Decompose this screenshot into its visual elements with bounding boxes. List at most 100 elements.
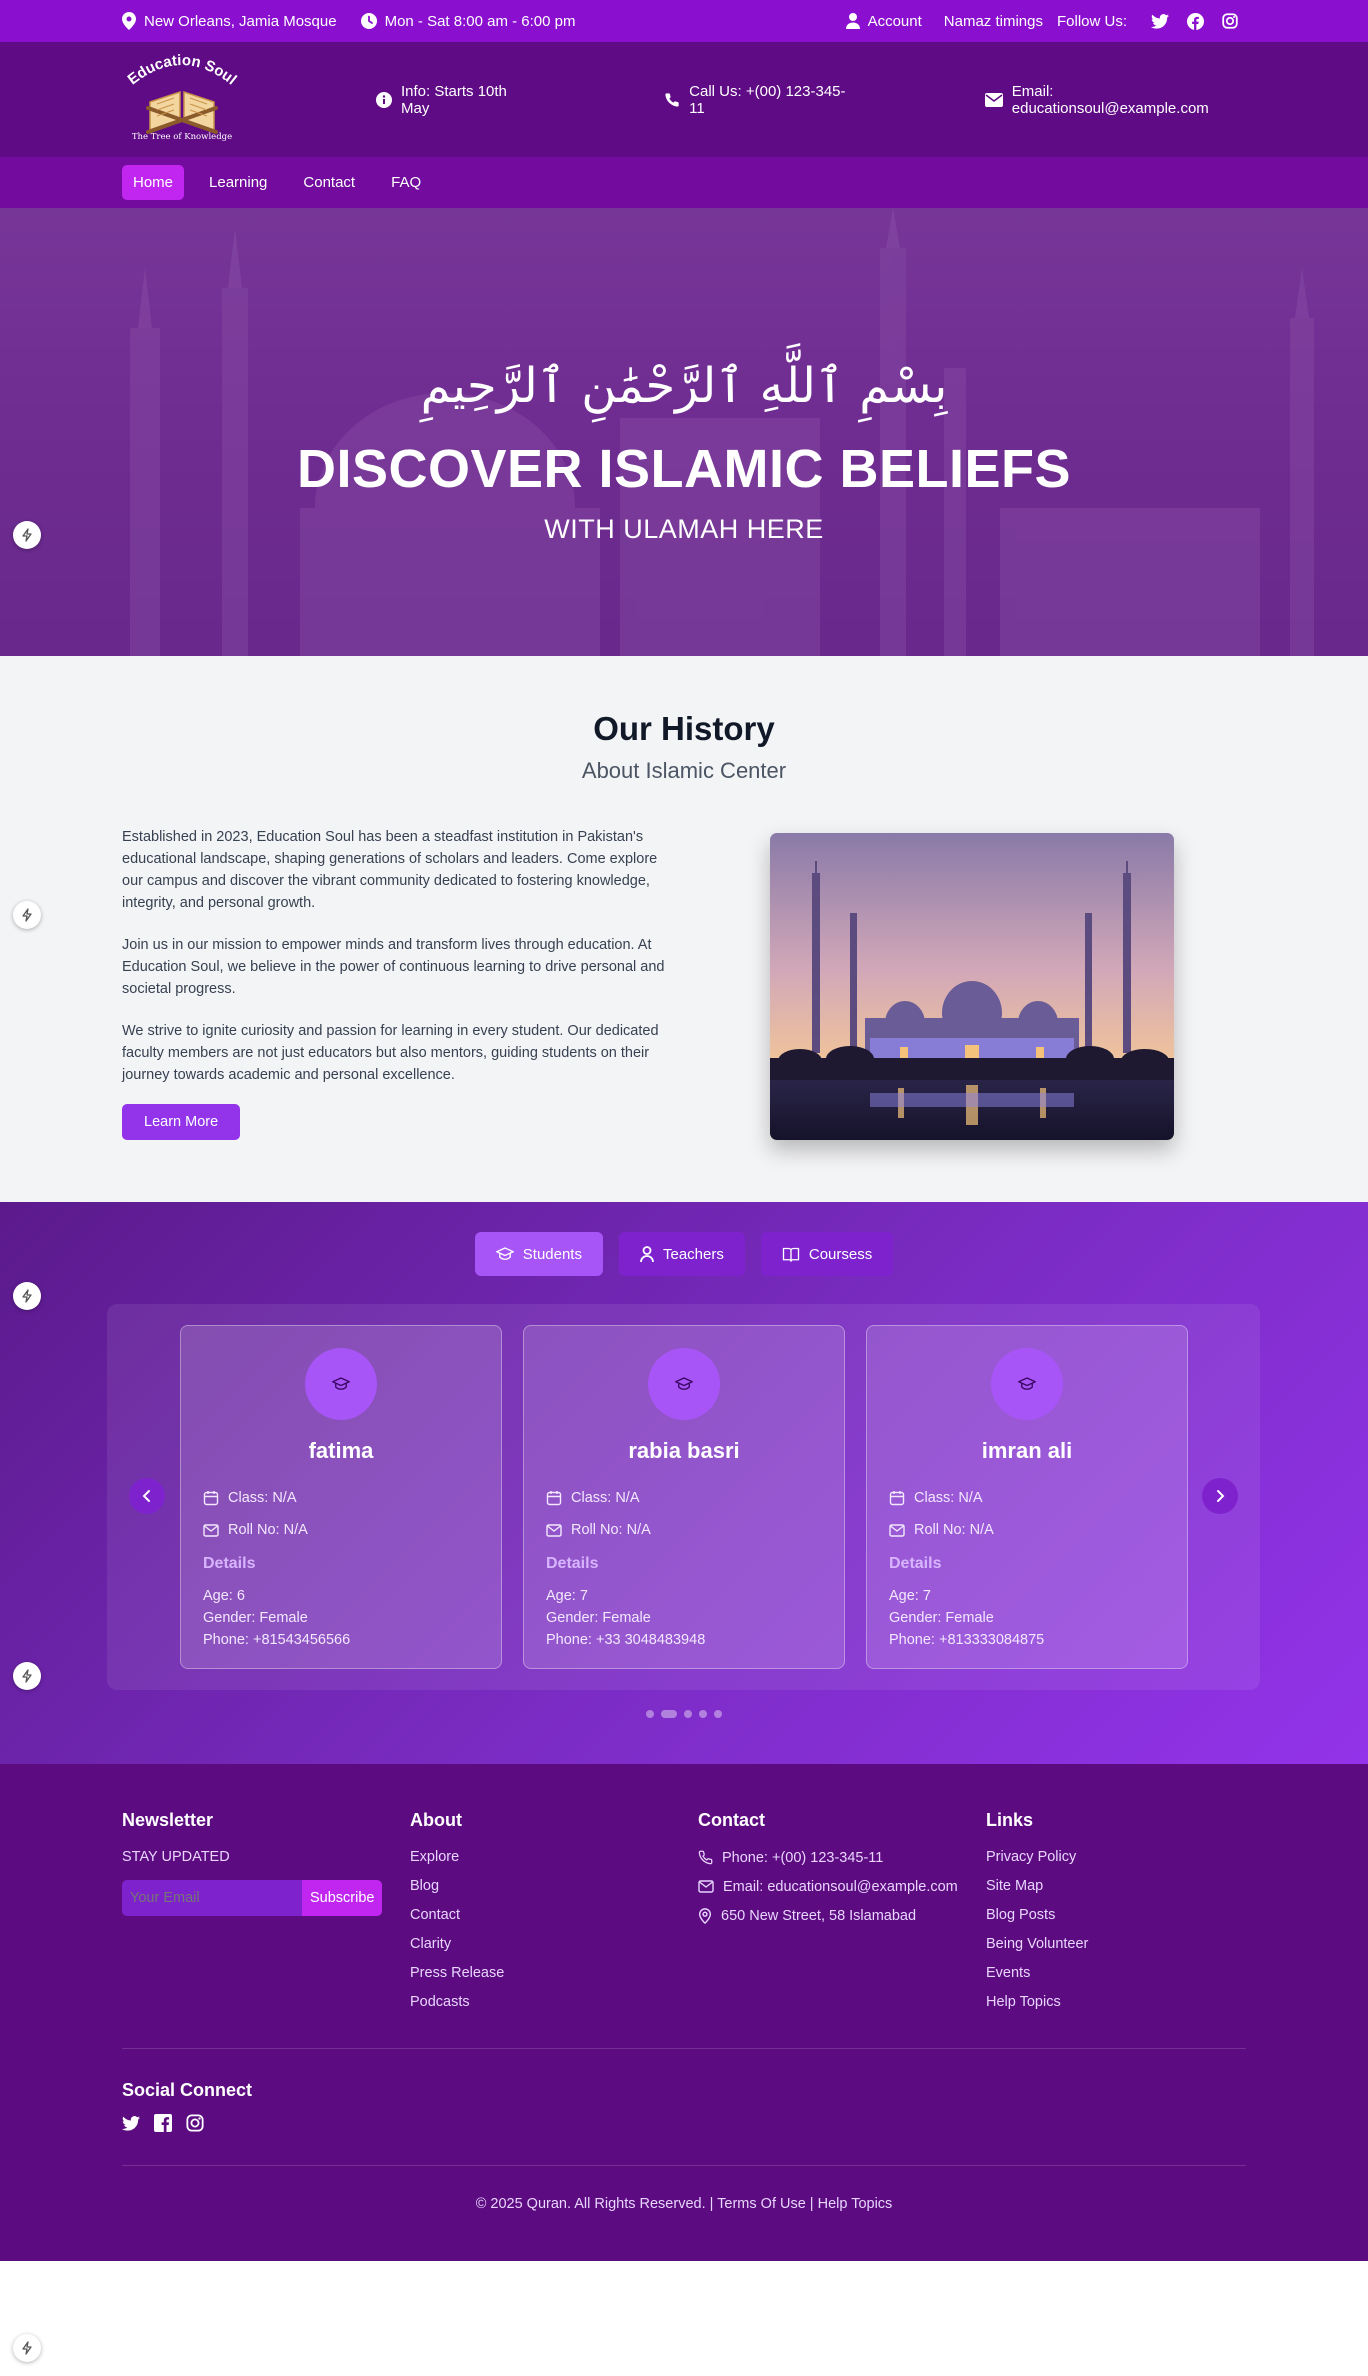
roll-text: Roll No: N/A — [914, 1522, 994, 1538]
site-footer: Newsletter STAY UPDATED Subscribe About … — [0, 1764, 1368, 2261]
footer-social-icons — [122, 2114, 218, 2132]
site-header: Education Soul The Tree of Knowledge Inf… — [0, 42, 1368, 157]
carousel-dot[interactable] — [646, 1710, 654, 1718]
nav-home[interactable]: Home — [122, 165, 185, 200]
footer-link-explore[interactable]: Explore — [410, 1849, 504, 1866]
newsletter-title: Newsletter — [122, 1810, 214, 1830]
book-open-icon — [782, 1247, 809, 1262]
student-gender: Gender: Female — [546, 1610, 651, 1626]
student-card[interactable]: fatima Class: N/A Roll No: N/A Details A… — [180, 1325, 502, 1669]
facebook-icon[interactable] — [154, 2114, 172, 2132]
carousel-dot-active[interactable] — [661, 1710, 677, 1718]
twitter-icon[interactable] — [1151, 13, 1177, 29]
logo-tagline: The Tree of Knowledge — [131, 131, 233, 142]
graduation-cap-icon — [1018, 1377, 1036, 1391]
follow-label: Follow Us: — [1056, 12, 1127, 30]
instagram-icon[interactable] — [186, 2114, 204, 2132]
clock-icon — [360, 13, 385, 29]
footer-link-blog-posts[interactable]: Blog Posts — [986, 1907, 1088, 1924]
people-tabs: Students Teachers Coursess — [0, 1232, 1368, 1276]
history-title: Our History — [593, 710, 775, 747]
nav-contact[interactable]: Contact — [292, 165, 366, 200]
tab-courses[interactable]: Coursess — [760, 1232, 894, 1276]
mail-icon — [203, 1523, 228, 1537]
footer-link-help-topics[interactable]: Help Topics — [986, 1994, 1088, 2011]
location-item: New Orleans, Jamia Mosque — [122, 12, 337, 30]
footer-phone[interactable]: Phone: +(00) 123-345-11 — [698, 1849, 958, 1866]
tab-label: Students — [522, 1245, 582, 1263]
carousel-dot[interactable] — [699, 1710, 707, 1718]
newsletter-email-input[interactable] — [122, 1880, 302, 1916]
student-card[interactable]: rabia basri Class: N/A Roll No: N/A Deta… — [523, 1325, 845, 1669]
info-text: Info: Starts 10th May — [401, 82, 507, 117]
student-class: Class: N/A — [546, 1490, 844, 1506]
floating-bolt-button[interactable] — [13, 521, 41, 549]
floating-bolt-button[interactable] — [13, 901, 41, 929]
graduation-cap-icon — [495, 1247, 523, 1261]
header-email[interactable]: Email: educationsoul@example.com — [984, 83, 1246, 117]
avatar — [991, 1348, 1063, 1420]
carousel-next-button[interactable] — [1202, 1478, 1238, 1514]
carousel-dot[interactable] — [714, 1710, 722, 1718]
twitter-icon[interactable] — [122, 2115, 140, 2131]
hero-subtitle: WITH ULAMAH HERE — [544, 514, 824, 544]
footer-about: About Explore Blog Contact Clarity Press… — [410, 1810, 504, 2023]
history-paragraph: We strive to ignite curiosity and passio… — [122, 1023, 659, 1083]
namaz-label: Namaz timings — [943, 12, 1043, 30]
instagram-icon[interactable] — [1222, 13, 1246, 29]
student-card[interactable]: imran ali Class: N/A Roll No: N/A Detail… — [866, 1325, 1188, 1669]
carousel-dot[interactable] — [684, 1710, 692, 1718]
bolt-icon — [21, 1669, 33, 1683]
class-text: Class: N/A — [914, 1490, 983, 1506]
footer-link-privacy-policy[interactable]: Privacy Policy — [986, 1849, 1088, 1866]
footer-link-blog[interactable]: Blog — [410, 1878, 504, 1895]
floating-bolt-button[interactable] — [13, 2334, 41, 2362]
footer-link-events[interactable]: Events — [986, 1965, 1088, 1982]
footer-email[interactable]: Email: educationsoul@example.com — [698, 1878, 958, 1895]
footer-link-press-release[interactable]: Press Release — [410, 1965, 504, 1982]
footer-link-contact[interactable]: Contact — [410, 1907, 504, 1924]
tab-students[interactable]: Students — [474, 1232, 603, 1276]
footer-link-being-volunteer[interactable]: Being Volunteer — [986, 1936, 1088, 1953]
footer-address-text: 650 New Street, 58 Islamabad — [721, 1907, 917, 1924]
hero-content: بِسْمِ ٱللَّهِ ٱلرَّحْمَٰنِ ٱلرَّحِيمِ D… — [0, 208, 1368, 545]
student-gender: Gender: Female — [203, 1610, 308, 1626]
location-text: New Orleans, Jamia Mosque — [144, 12, 337, 30]
class-text: Class: N/A — [571, 1490, 640, 1506]
footer-link-clarity[interactable]: Clarity — [410, 1936, 504, 1953]
graduation-cap-icon — [332, 1377, 350, 1391]
learn-more-button[interactable]: Learn More — [122, 1104, 241, 1140]
phone-icon — [664, 92, 689, 108]
floating-bolt-button[interactable] — [13, 1282, 41, 1310]
mail-icon — [546, 1523, 571, 1537]
class-text: Class: N/A — [228, 1490, 297, 1506]
header-call[interactable]: Call Us: +(00) 123-345-11 — [664, 83, 855, 117]
account-link[interactable]: Account — [845, 13, 922, 30]
follow-us: Follow Us: — [1056, 12, 1246, 30]
user-icon — [845, 13, 868, 29]
details-heading: Details — [546, 1555, 599, 1572]
call-text: Call Us: +(00) 123-345-11 — [689, 82, 846, 117]
roll-text: Roll No: N/A — [228, 1522, 308, 1538]
copyright-text: © 2025 Quran. All Rights Reserved. | Ter… — [475, 2196, 893, 2212]
chevron-left-icon — [142, 1489, 152, 1503]
student-name: fatima — [308, 1438, 374, 1463]
student-roll: Roll No: N/A — [546, 1522, 844, 1538]
nav-learning[interactable]: Learning — [198, 165, 278, 200]
floating-bolt-button[interactable] — [13, 1662, 41, 1690]
footer-link-podcasts[interactable]: Podcasts — [410, 1994, 504, 2011]
bolt-icon — [21, 528, 33, 542]
facebook-icon[interactable] — [1187, 12, 1212, 30]
site-logo[interactable]: Education Soul The Tree of Knowledge — [122, 50, 242, 150]
nav-faq[interactable]: FAQ — [380, 165, 432, 200]
top-social-icons — [1141, 12, 1246, 30]
carousel-prev-button[interactable] — [129, 1478, 165, 1514]
student-name: rabia basri — [628, 1438, 740, 1463]
graduation-cap-icon — [675, 1377, 693, 1391]
namaz-timings-link[interactable]: Namaz timings — [944, 13, 1043, 30]
people-section: Students Teachers Coursess fatima Class:… — [0, 1202, 1368, 1764]
footer-link-site-map[interactable]: Site Map — [986, 1878, 1088, 1895]
tab-teachers[interactable]: Teachers — [618, 1232, 745, 1276]
tab-label: Teachers — [662, 1245, 724, 1263]
subscribe-button[interactable]: Subscribe — [302, 1880, 383, 1916]
